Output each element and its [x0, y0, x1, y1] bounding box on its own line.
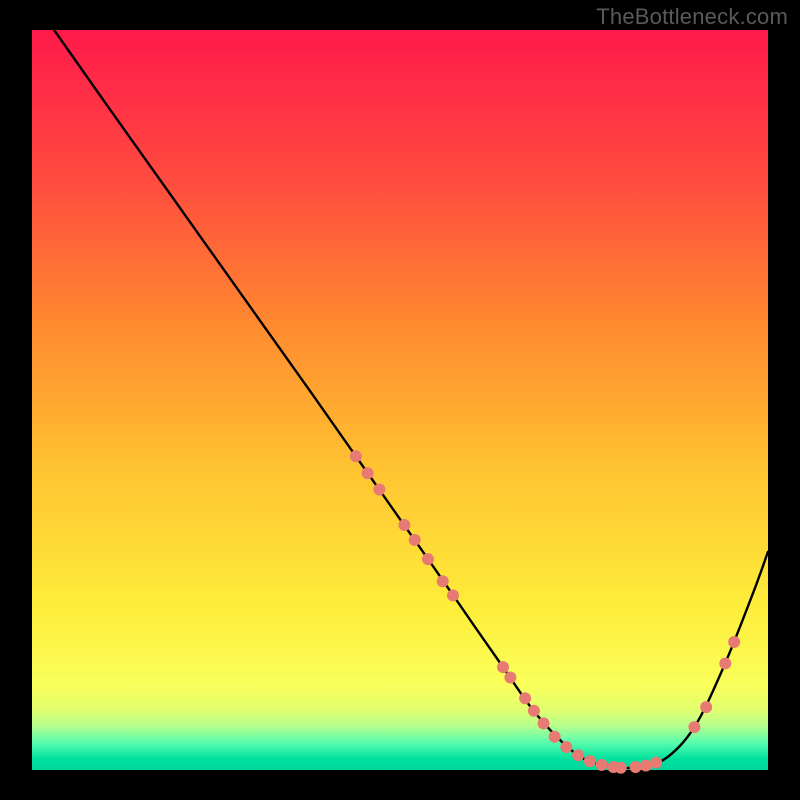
- highlight-dot: [700, 701, 712, 713]
- highlight-dot: [437, 575, 449, 587]
- watermark-text: TheBottleneck.com: [596, 4, 788, 30]
- highlight-dot: [549, 731, 561, 743]
- highlight-dot: [728, 636, 740, 648]
- highlight-dot: [362, 467, 374, 479]
- highlight-dot: [640, 760, 652, 772]
- highlight-dot: [650, 757, 662, 769]
- highlight-dot: [350, 450, 362, 462]
- highlight-dot: [572, 749, 584, 761]
- highlight-dot: [497, 661, 509, 673]
- highlight-dot: [719, 657, 731, 669]
- bottleneck-chart: [0, 0, 800, 800]
- highlight-dot: [504, 672, 516, 684]
- chart-container: TheBottleneck.com: [0, 0, 800, 800]
- highlight-dot: [630, 761, 642, 773]
- highlight-dot: [422, 553, 434, 565]
- highlight-dot: [596, 759, 608, 771]
- highlight-dot: [447, 589, 459, 601]
- highlight-dot: [584, 755, 596, 767]
- highlight-dot: [409, 534, 421, 546]
- highlight-dot: [398, 519, 410, 531]
- highlight-dot: [519, 692, 531, 704]
- highlight-dot: [528, 705, 540, 717]
- highlight-dot: [688, 721, 700, 733]
- highlight-dot: [373, 484, 385, 496]
- highlight-dot: [538, 717, 550, 729]
- highlight-dot: [560, 741, 572, 753]
- plot-background: [32, 30, 768, 770]
- highlight-dot: [615, 762, 627, 774]
